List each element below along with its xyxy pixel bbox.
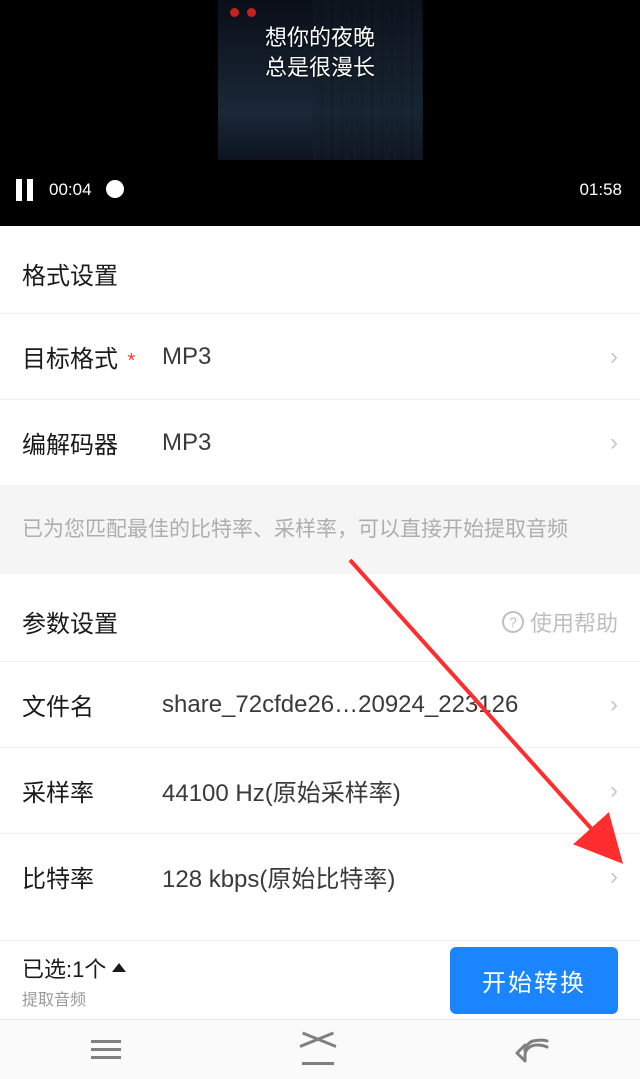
pause-button[interactable] (16, 179, 33, 201)
codec-value: MP3 (152, 429, 600, 457)
selected-subtitle: 提取音频 (22, 986, 126, 1010)
required-asterisk-icon: * (122, 350, 135, 372)
chevron-right-icon: › (610, 343, 618, 371)
help-label: 使用帮助 (530, 606, 618, 638)
bitrate-row[interactable]: 比特率 128 kbps(原始比特率) › (0, 833, 640, 919)
param-title-text: 参数设置 (22, 604, 118, 639)
footer-bar: 已选:1个 提取音频 开始转换 (0, 940, 640, 1020)
target-format-row[interactable]: 目标格式 * MP3 › (0, 313, 640, 399)
duration-time: 01:58 (579, 180, 622, 200)
chevron-right-icon: › (610, 863, 618, 891)
progress-handle-icon[interactable] (106, 180, 124, 198)
bitrate-label: 比特率 (22, 859, 152, 894)
param-section-title: 参数设置 ? 使用帮助 (0, 574, 640, 661)
lyric-line-2: 总是很漫长 (0, 50, 640, 82)
chevron-right-icon: › (610, 429, 618, 457)
bitrate-value: 128 kbps(原始比特率) (152, 859, 600, 894)
selected-line: 已选:1个 (22, 952, 126, 984)
home-button[interactable] (302, 1039, 334, 1061)
menu-button[interactable] (91, 1035, 121, 1064)
sample-rate-label: 采样率 (22, 773, 152, 808)
codec-label: 编解码器 (22, 425, 152, 460)
filename-label: 文件名 (22, 687, 152, 722)
target-format-value: MP3 (152, 343, 600, 371)
chevron-right-icon: › (610, 691, 618, 719)
filename-row[interactable]: 文件名 share_72cfde26…20924_223126 › (0, 661, 640, 747)
help-icon: ? (502, 611, 524, 633)
filename-value: share_72cfde26…20924_223126 (152, 691, 600, 719)
caret-up-icon (112, 963, 126, 972)
video-player: 想你的夜晚 总是很漫长 00:04 01:58 (0, 0, 640, 226)
target-format-label: 目标格式 * (22, 339, 152, 374)
current-time: 00:04 (49, 180, 92, 200)
format-section-title: 格式设置 (0, 226, 640, 313)
system-nav-bar (0, 1019, 640, 1079)
codec-row[interactable]: 编解码器 MP3 › (0, 399, 640, 485)
sample-rate-row[interactable]: 采样率 44100 Hz(原始采样率) › (0, 747, 640, 833)
chevron-right-icon: › (610, 777, 618, 805)
format-title-text: 格式设置 (22, 256, 118, 291)
selected-count[interactable]: 已选:1个 提取音频 (22, 952, 126, 1010)
player-controls: 00:04 01:58 (0, 170, 640, 210)
sample-rate-value: 44100 Hz(原始采样率) (152, 773, 600, 808)
lyric-line-1: 想你的夜晚 (0, 20, 640, 52)
progress-bar[interactable] (110, 188, 114, 192)
tip-message: 已为您匹配最佳的比特率、采样率，可以直接开始提取音频 (0, 485, 640, 574)
start-convert-button[interactable]: 开始转换 (450, 947, 618, 1014)
help-link[interactable]: ? 使用帮助 (502, 606, 618, 638)
back-button[interactable] (515, 1037, 549, 1063)
recording-indicator-icon (230, 8, 256, 17)
